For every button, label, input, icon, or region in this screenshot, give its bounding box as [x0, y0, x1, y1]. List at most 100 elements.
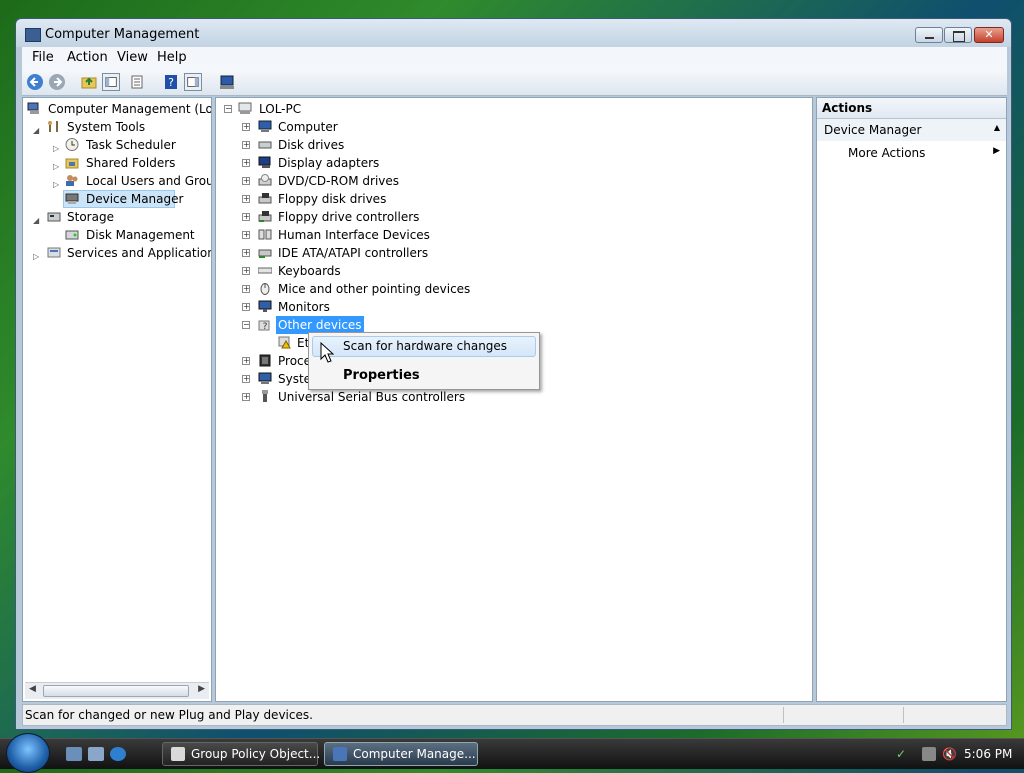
tools-icon: [48, 121, 58, 132]
status-divider: [783, 707, 784, 723]
title-bar[interactable]: Computer Management ✕: [16, 19, 1011, 47]
menu-bar: File Action View Help: [22, 47, 1007, 69]
disk-drive-icon: [258, 141, 272, 149]
mouse-icon: [260, 283, 270, 295]
expand-toggle-icon[interactable]: +: [242, 195, 250, 203]
up-folder-icon[interactable]: [80, 73, 98, 91]
menu-action[interactable]: Action: [67, 50, 108, 65]
monitor-icon: [258, 300, 272, 312]
close-icon: ✕: [984, 28, 994, 41]
tree-item-services-applications[interactable]: ▷ Services and Applications: [23, 244, 211, 262]
show-desktop-icon[interactable]: [66, 747, 82, 761]
show-hide-tree-icon[interactable]: [102, 73, 120, 91]
floppy-controller-icon: [258, 211, 272, 222]
collapse-toggle-icon[interactable]: −: [224, 105, 232, 113]
computer-management-icon: [27, 102, 39, 114]
tree-item-local-users-groups[interactable]: ▷ Local Users and Groups: [23, 172, 211, 190]
collapsed-arrow-icon[interactable]: ▷: [53, 176, 59, 194]
scroll-left-icon[interactable]: ◀: [29, 684, 36, 694]
computer-management-icon: [25, 28, 41, 42]
ide-controller-icon: [258, 249, 272, 258]
users-icon: [66, 175, 78, 186]
keyboard-icon: [258, 267, 272, 274]
hid-icon: [258, 229, 272, 240]
tree-item-disk-management[interactable]: Disk Management: [23, 226, 211, 244]
tree-item-computer-management[interactable]: Computer Management (Local: [23, 100, 211, 118]
expand-toggle-icon[interactable]: +: [242, 267, 250, 275]
device-manager-icon: [65, 193, 79, 204]
computer-root-icon: [238, 102, 252, 114]
expand-toggle-icon[interactable]: +: [242, 213, 250, 221]
minimize-button[interactable]: [915, 27, 943, 43]
storage-icon: [47, 212, 61, 222]
taskbar: Group Policy Object... Computer Manage..…: [0, 733, 1024, 773]
display-adapter-icon: [258, 156, 271, 168]
forward-arrow-icon[interactable]: [48, 73, 66, 91]
help-icon[interactable]: ?: [162, 73, 180, 91]
toolbar: ?: [22, 69, 1007, 96]
computer-management-icon: [333, 747, 347, 761]
volume-muted-icon[interactable]: 🔇: [942, 747, 957, 761]
tree-item-system-tools[interactable]: ◢ System Tools: [23, 118, 211, 136]
expand-toggle-icon[interactable]: +: [242, 285, 250, 293]
scroll-right-icon[interactable]: ▶: [198, 684, 205, 694]
taskbar-computer-management[interactable]: Computer Manage...: [324, 742, 478, 766]
expand-toggle-icon[interactable]: +: [242, 141, 250, 149]
expand-toggle-icon[interactable]: +: [242, 177, 250, 185]
properties-list-icon[interactable]: [128, 73, 146, 91]
close-button[interactable]: ✕: [974, 27, 1004, 43]
mouse-pointer-icon: [320, 342, 334, 363]
menu-help[interactable]: Help: [157, 50, 187, 65]
horizontal-scrollbar[interactable]: ◀ ▶: [25, 682, 209, 699]
warning-device-icon: [278, 336, 291, 349]
tree-item-device-manager[interactable]: Device Manager: [63, 190, 183, 208]
clock[interactable]: 5:06 PM: [964, 747, 1012, 761]
expand-toggle-icon[interactable]: +: [242, 159, 250, 167]
clock-icon: [65, 138, 79, 151]
computer-icon: [258, 120, 272, 132]
expand-toggle-icon[interactable]: +: [242, 303, 250, 311]
expand-toggle-icon[interactable]: +: [242, 249, 250, 257]
start-button[interactable]: [6, 733, 50, 773]
menu-view[interactable]: View: [117, 50, 148, 65]
taskbar-group-policy[interactable]: Group Policy Object...: [162, 742, 320, 766]
disk-icon: [65, 230, 79, 240]
more-actions-item[interactable]: More Actions ▶: [817, 143, 1006, 163]
properties-item[interactable]: Properties: [343, 368, 420, 383]
collapse-toggle-icon[interactable]: −: [242, 321, 250, 329]
expand-toggle-icon[interactable]: +: [242, 357, 250, 365]
expand-toggle-icon[interactable]: +: [242, 375, 250, 383]
tree-item-shared-folders[interactable]: ▷ Shared Folders: [23, 154, 211, 172]
network-disconnected-icon[interactable]: [922, 747, 936, 761]
services-icon: [47, 247, 61, 258]
menu-file[interactable]: File: [32, 50, 54, 65]
collapse-section-icon[interactable]: ▲: [994, 123, 1000, 132]
status-text: Scan for changed or new Plug and Play de…: [25, 708, 313, 722]
back-arrow-icon[interactable]: [26, 73, 44, 91]
dvd-drive-icon: [258, 174, 272, 186]
collapsed-arrow-icon[interactable]: ▷: [33, 248, 39, 266]
scan-hardware-icon[interactable]: [218, 73, 236, 91]
expand-toggle-icon[interactable]: +: [242, 393, 250, 401]
show-hide-action-pane-icon[interactable]: [184, 73, 202, 91]
actions-section-device-manager[interactable]: Device Manager ▲: [817, 119, 1006, 141]
tree-item-task-scheduler[interactable]: ▷ Task Scheduler: [23, 136, 211, 154]
system-devices-icon: [258, 372, 272, 384]
svg-text:?: ?: [168, 76, 174, 89]
tree-item-storage[interactable]: ◢ Storage: [23, 208, 211, 226]
switch-windows-icon[interactable]: [88, 747, 104, 761]
scan-hardware-changes-item[interactable]: Scan for hardware changes: [343, 339, 507, 353]
network-tray-icon[interactable]: ✓: [896, 747, 910, 761]
internet-explorer-icon[interactable]: [110, 747, 126, 761]
status-bar: Scan for changed or new Plug and Play de…: [22, 704, 1007, 726]
actions-pane: Actions Device Manager ▲ More Actions ▶: [816, 97, 1007, 702]
group-policy-icon: [171, 747, 185, 761]
expand-toggle-icon[interactable]: +: [242, 123, 250, 131]
scrollbar-thumb[interactable]: [43, 685, 189, 697]
console-tree: Computer Management (Local ◢ System Tool…: [22, 97, 212, 702]
minimize-icon: [925, 37, 934, 39]
expand-toggle-icon[interactable]: +: [242, 231, 250, 239]
maximize-button[interactable]: [944, 27, 972, 43]
device-tree-pane: − LOL-PC + Computer + Disk drives + Disp…: [215, 97, 813, 702]
shared-folder-icon: [65, 158, 79, 169]
